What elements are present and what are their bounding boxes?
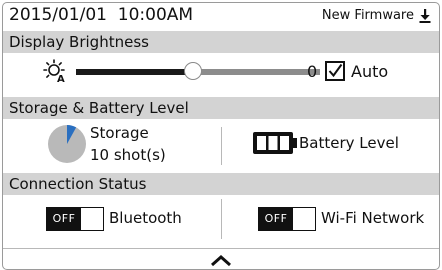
new-firmware-button[interactable]: New Firmware — [322, 8, 431, 23]
download-icon — [419, 8, 431, 23]
storage-pie-icon — [48, 125, 86, 163]
connection-divider — [221, 199, 222, 239]
wifi-toggle[interactable]: OFF — [258, 207, 316, 231]
header-bar: 2015/01/01 10:00AM New Firmware — [3, 3, 439, 31]
storage-battery-divider — [221, 127, 222, 165]
wifi-network-label: Wi-Fi Network — [321, 209, 425, 227]
auto-brightness-label: Auto — [351, 62, 389, 81]
checkmark-icon — [328, 63, 343, 78]
footer-divider — [3, 248, 439, 249]
brightness-slider[interactable] — [76, 62, 320, 80]
display-brightness-header: Display Brightness — [3, 31, 439, 53]
wifi-toggle-state: OFF — [259, 208, 293, 230]
bluetooth-toggle[interactable]: OFF — [46, 207, 104, 231]
auto-brightness-checkbox[interactable] — [325, 61, 345, 81]
datetime-label: 2015/01/01 10:00AM — [9, 5, 194, 25]
battery-icon — [253, 132, 297, 154]
auto-brightness-icon: A — [43, 59, 65, 83]
brightness-slider-track — [193, 69, 320, 75]
bluetooth-label: Bluetooth — [109, 209, 182, 227]
brightness-slider-thumb[interactable] — [184, 62, 202, 80]
storage-shots-count: 10 shot(s) — [90, 146, 166, 164]
firmware-label: New Firmware — [321, 8, 414, 23]
connection-status-header: Connection Status — [3, 173, 439, 195]
storage-label: Storage — [90, 124, 149, 142]
battery-level-label: Battery Level — [299, 134, 399, 152]
status-panel: 2015/01/01 10:00AM New Firmware Display … — [2, 2, 440, 270]
svg-text:A: A — [57, 74, 65, 83]
brightness-value: 0 — [307, 62, 318, 81]
bluetooth-toggle-state: OFF — [47, 208, 81, 230]
chevron-up-icon[interactable] — [209, 253, 233, 267]
brightness-slider-fill — [76, 69, 193, 75]
storage-battery-header: Storage & Battery Level — [3, 97, 439, 119]
